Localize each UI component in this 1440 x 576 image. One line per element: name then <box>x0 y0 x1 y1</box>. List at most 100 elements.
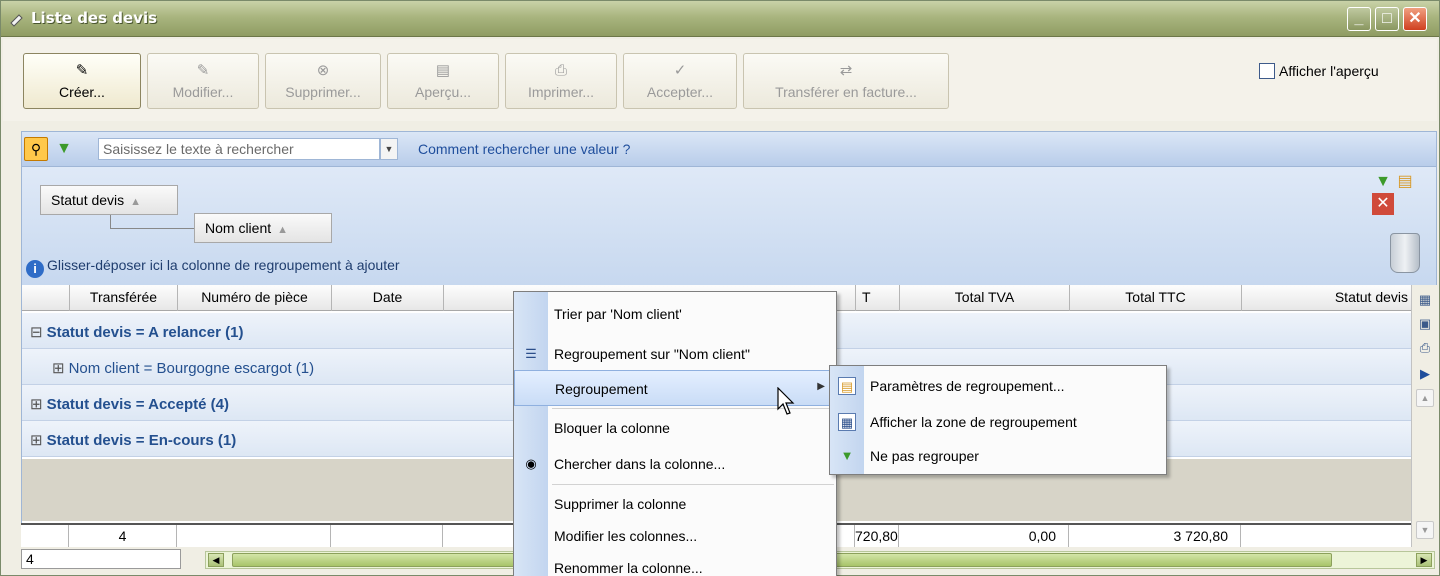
search-bar: ⚲ ▼ Saisissez le texte à rechercher ▼ Co… <box>21 131 1437 167</box>
close-button[interactable]: ✕ <box>1403 7 1427 31</box>
transfer-invoice-button[interactable]: ⇄ Transférer en facture... <box>743 53 949 109</box>
footer-total-ht: 720,80 <box>855 525 899 547</box>
menu-item-label: Supprimer la colonne <box>554 496 687 512</box>
preview-button[interactable]: ▤ Aperçu... <box>387 53 499 109</box>
menu-item-label: Bloquer la colonne <box>554 420 670 436</box>
subgroup-row-label: Nom client = Bourgogne escargot (1) <box>68 360 315 377</box>
transfer-label: Transférer en facture... <box>775 84 917 100</box>
sort-asc-icon: ▲ <box>130 196 142 208</box>
group-settings-icon: ▤ <box>838 377 856 395</box>
collapse-icon[interactable]: ⊟ <box>30 324 43 341</box>
menu-item-label: Chercher dans la colonne... <box>554 456 726 472</box>
search-help-link[interactable]: Comment rechercher une valeur ? <box>418 141 630 157</box>
trash-icon[interactable] <box>1390 233 1420 273</box>
ungroup-icon: ▼ <box>840 448 854 463</box>
checkbox-box[interactable] <box>1259 63 1275 79</box>
create-button[interactable]: ✎ Créer... <box>23 53 141 109</box>
minimize-button[interactable]: _ <box>1347 7 1371 31</box>
search-input[interactable]: Saisissez le texte à rechercher <box>98 138 380 160</box>
binoculars-icon: ◉ <box>525 456 537 471</box>
group-chip-label: Nom client <box>205 220 272 236</box>
expand-icon[interactable]: ⊞ <box>30 432 43 449</box>
window-title: Liste des devis <box>31 9 158 27</box>
menu-item-sort[interactable]: Trier par 'Nom client' <box>514 296 836 332</box>
group-chip-statut-devis[interactable]: Statut devis ▲ <box>40 185 178 215</box>
footer-count: 4 <box>69 525 177 547</box>
menu-item-label: Renommer la colonne... <box>554 560 703 576</box>
play-icon[interactable]: ▶ <box>1416 365 1434 383</box>
search-dropdown-button[interactable]: ▼ <box>380 138 398 160</box>
submenu-item-show-group-area[interactable]: ▦ Afficher la zone de regroupement <box>830 404 1166 440</box>
menu-item-rename-column[interactable]: Renommer la colonne... <box>514 550 836 576</box>
footer-cell <box>177 525 331 547</box>
delete-icon: ⊗ <box>316 62 330 79</box>
column-numero-piece[interactable]: Numéro de pièce <box>178 285 332 311</box>
menu-item-edit-columns[interactable]: Modifier les colonnes... <box>514 518 836 554</box>
print-label: Imprimer... <box>527 84 595 100</box>
toolbar: ✎ Créer... ✎ Modifier... ⊗ Supprimer... … <box>3 39 1437 121</box>
create-label: Créer... <box>59 84 105 100</box>
column-chooser-icon[interactable]: ▦ <box>1416 291 1434 309</box>
menu-item-delete-column[interactable]: Supprimer la colonne <box>514 486 836 522</box>
filter-icon[interactable]: ▼ <box>52 137 76 161</box>
main-window: Liste des devis _ □ ✕ ✎ Créer... ✎ Modif… <box>0 0 1440 576</box>
group-area: Statut devis ▲ Nom client ▲ ▼ ▤✕ i Glisser-d… <box>21 167 1437 285</box>
close-group-icon[interactable]: ✕ <box>1372 193 1394 215</box>
scroll-up-icon[interactable]: ▲ <box>1416 389 1434 407</box>
menu-item-label: Regroupement <box>555 381 648 397</box>
menu-separator <box>552 484 834 485</box>
info-icon: i <box>26 260 44 278</box>
scroll-right-icon[interactable]: ▶ <box>1416 553 1432 567</box>
minimize-icon: _ <box>1354 10 1364 27</box>
footer-selector <box>21 525 69 547</box>
print-icon: ⎙ <box>554 62 567 79</box>
submenu-item-label: Paramètres de regroupement... <box>870 378 1065 394</box>
column-statut-devis[interactable]: Statut devis <box>1242 285 1412 311</box>
group-chip-nom-client[interactable]: Nom client ▲ <box>194 213 332 243</box>
group-settings-icon[interactable]: ▤ <box>1394 171 1416 193</box>
column-total-ht[interactable]: T <box>856 285 900 311</box>
menu-item-label: Regroupement sur "Nom client" <box>554 346 750 362</box>
accept-button[interactable]: ✓ Accepter... <box>623 53 737 109</box>
scroll-down-icon[interactable]: ▼ <box>1416 521 1434 539</box>
menu-item-search-column[interactable]: ◉ Chercher dans la colonne... <box>514 446 836 482</box>
print-button[interactable]: ⎙ Imprimer... <box>505 53 617 109</box>
group-connector <box>110 215 194 229</box>
expand-icon[interactable]: ⊞ <box>30 396 43 413</box>
submenu-item-group-settings[interactable]: ▤ Paramètres de regroupement... <box>830 368 1166 404</box>
title-bar: Liste des devis _ □ ✕ <box>1 1 1439 37</box>
modify-label: Modifier... <box>172 84 234 100</box>
create-icon: ✎ <box>75 62 89 79</box>
record-count: 4 <box>21 549 181 569</box>
app-icon <box>10 14 23 27</box>
column-total-tva[interactable]: Total TVA <box>900 285 1070 311</box>
modify-icon: ✎ <box>196 62 210 79</box>
modify-button[interactable]: ✎ Modifier... <box>147 53 259 109</box>
submenu-item-label: Afficher la zone de regroupement <box>870 414 1077 430</box>
submenu-item-label: Ne pas regrouper <box>870 448 979 464</box>
group-by-icon: ☰ <box>525 346 537 361</box>
menu-item-group-by-column[interactable]: ☰ Regroupement sur "Nom client" <box>514 336 836 372</box>
print-icon[interactable]: ⎙ <box>1416 339 1434 357</box>
show-preview-label: Afficher l'aperçu <box>1279 63 1379 79</box>
ungroup-icon[interactable]: ▼ <box>1372 171 1394 193</box>
submenu-arrow-icon: ▶ <box>817 381 825 392</box>
footer-total-tva: 0,00 <box>899 525 1069 547</box>
group-row-label: Statut devis = En-cours (1) <box>46 432 237 449</box>
grouping-submenu: ▤ Paramètres de regroupement... ▦ Affich… <box>829 365 1167 475</box>
column-date[interactable]: Date <box>332 285 444 311</box>
expand-icon[interactable]: ⊞ <box>52 360 65 377</box>
transfer-icon: ⇄ <box>839 62 853 79</box>
header-selector[interactable] <box>22 285 70 311</box>
search-icon[interactable]: ⚲ <box>24 137 48 161</box>
screen-icon[interactable]: ▣ <box>1416 315 1434 333</box>
column-transferee[interactable]: Transférée <box>70 285 178 311</box>
submenu-item-no-grouping[interactable]: ▼ Ne pas regrouper <box>830 438 1166 474</box>
delete-button[interactable]: ⊗ Supprimer... <box>265 53 381 109</box>
sort-asc-icon: ▲ <box>277 224 289 236</box>
maximize-button[interactable]: □ <box>1375 7 1399 31</box>
show-preview-checkbox[interactable]: Afficher l'aperçu <box>1259 63 1379 79</box>
context-menu: Trier par 'Nom client' ☰ Regroupement su… <box>513 291 837 576</box>
column-total-ttc[interactable]: Total TTC <box>1070 285 1242 311</box>
scroll-left-icon[interactable]: ◀ <box>208 553 224 567</box>
